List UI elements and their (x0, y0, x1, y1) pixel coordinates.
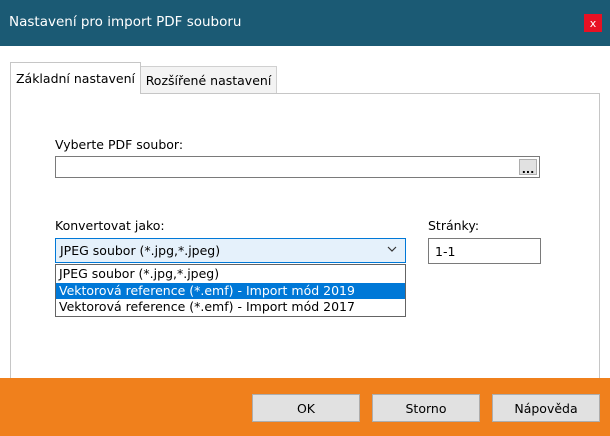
pages-input[interactable]: 1-1 (428, 238, 541, 264)
dropdown-option-emf-2017[interactable]: Vektorová reference (*.emf) - Import mód… (56, 299, 405, 315)
ok-button-label: OK (296, 400, 316, 416)
title-bar: Nastavení pro import PDF souboru x (0, 0, 610, 46)
help-button[interactable]: Nápověda (492, 394, 600, 422)
close-button[interactable]: x (584, 14, 602, 32)
tab-label: Rozšířené nastavení (145, 73, 272, 88)
ok-button[interactable]: OK (252, 394, 360, 422)
convert-as-selected-value: JPEG soubor (*.jpg,*.jpeg) (60, 243, 221, 258)
convert-as-dropdown-list: JPEG soubor (*.jpg,*.jpeg) Vektorová ref… (55, 264, 406, 317)
convert-as-select[interactable]: JPEG soubor (*.jpg,*.jpeg) (55, 238, 406, 263)
dropdown-option-jpeg[interactable]: JPEG soubor (*.jpg,*.jpeg) (56, 266, 405, 282)
help-button-label: Nápověda (514, 400, 578, 416)
chevron-down-icon (387, 246, 397, 252)
cancel-button[interactable]: Storno (372, 394, 480, 422)
tab-basic-settings[interactable]: Základní nastavení (10, 62, 141, 94)
ellipsis-icon: ... (521, 163, 535, 176)
cancel-button-label: Storno (405, 400, 447, 416)
close-icon: x (589, 16, 597, 30)
window-title: Nastavení pro import PDF souboru (9, 14, 242, 30)
pdf-file-label: Vyberte PDF soubor: (55, 137, 184, 152)
pdf-file-input[interactable]: ... (55, 156, 540, 178)
tab-label: Základní nastavení (15, 71, 136, 86)
convert-as-label: Konvertovat jako: (55, 218, 165, 233)
tab-advanced-settings[interactable]: Rozšířené nastavení (141, 66, 277, 94)
browse-button[interactable]: ... (519, 159, 537, 175)
tab-panel (10, 93, 600, 378)
pages-label: Stránky: (428, 218, 480, 233)
dropdown-option-emf-2019[interactable]: Vektorová reference (*.emf) - Import mód… (56, 283, 405, 299)
